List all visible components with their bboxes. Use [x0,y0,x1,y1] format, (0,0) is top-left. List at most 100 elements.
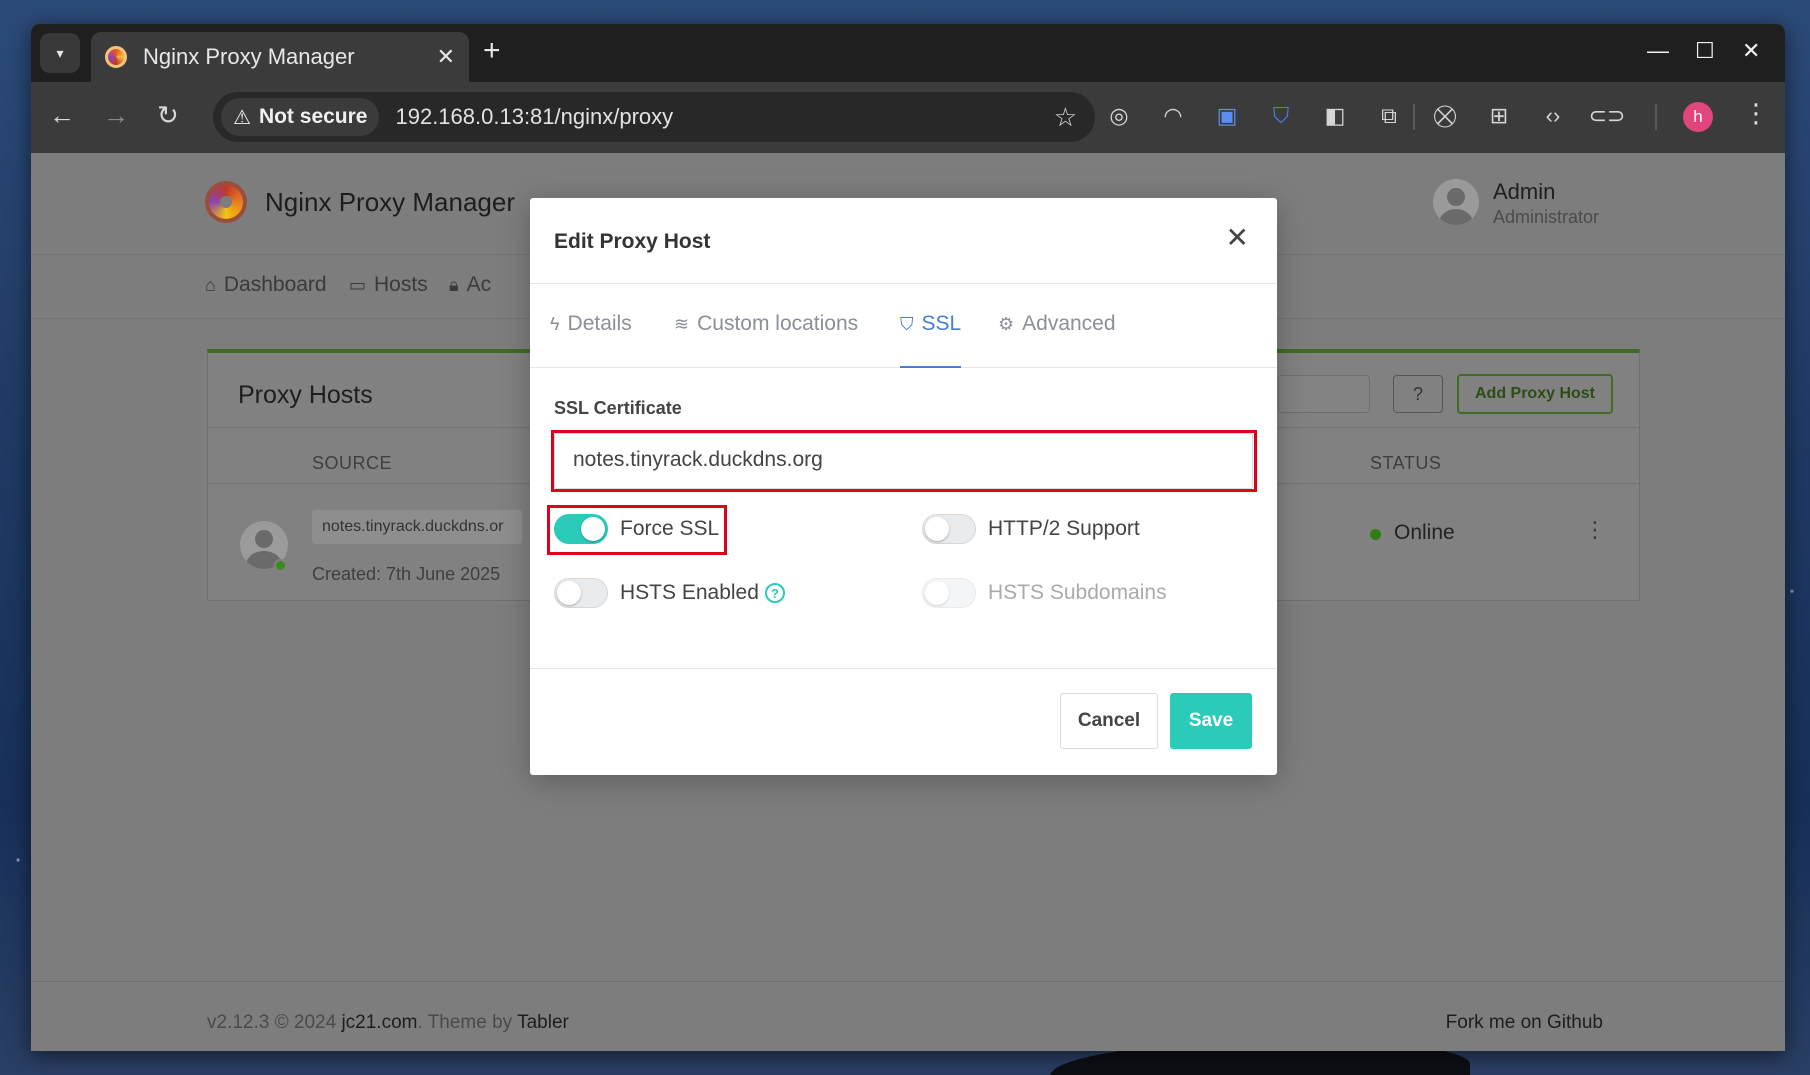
row-actions-icon[interactable]: ⋮ [1584,517,1606,543]
nav-access-label: Ac [466,273,492,296]
extension-arch-icon[interactable]: ◠ [1159,102,1187,130]
http2-toggle[interactable]: HTTP/2 Support [922,514,1140,544]
user-role: Administrator [1493,207,1600,227]
gear-icon: ⚙ [998,314,1015,334]
source-domain-badge[interactable]: notes.tinyrack.duckdns.or [312,510,522,544]
modal-header: Edit Proxy Host ✕ [530,198,1277,284]
security-chip[interactable]: ⚠ Not secure [221,98,380,136]
add-proxy-host-button[interactable]: Add Proxy Host [1457,374,1613,414]
incognito-icon[interactable]: ⛒ [1431,102,1459,130]
address-bar[interactable]: ⚠ Not secure 192.168.0.13:81/nginx/proxy… [213,92,1095,142]
warning-triangle-icon: ⚠ [233,106,251,129]
modal-tabs: ϟ Details ≋ Custom locations ⛉ SSL ⚙ Adv… [530,284,1277,368]
hsts-subdomains-toggle: HSTS Subdomains [922,578,1167,608]
help-button[interactable]: ? [1393,375,1443,413]
profile-avatar[interactable]: h [1683,102,1713,132]
url-text[interactable]: 192.168.0.13:81/nginx/proxy [395,104,673,130]
http2-label: HTTP/2 Support [988,517,1140,540]
nav-hosts[interactable]: ▭ Hosts [349,273,428,297]
link-icon[interactable]: ⊂⊃ [1589,102,1626,130]
status-dot [1370,529,1381,540]
tab-ssl-label: SSL [921,312,962,335]
lock-icon: 🔒︎ [449,274,459,295]
browser-tab[interactable]: Nginx Proxy Manager ✕ [91,32,469,82]
maximize-icon[interactable]: ☐ [1695,38,1715,64]
online-indicator [274,559,287,572]
hsts-toggle[interactable]: HSTS Enabled ? [554,578,785,608]
tab-details[interactable]: ϟ Details [550,312,632,368]
app-footer: v2.12.3 © 2024 jc21.com. Theme by Tabler… [31,981,1785,1051]
column-source[interactable]: SOURCE [312,453,392,474]
modal-close-icon[interactable]: ✕ [1226,224,1249,252]
user-avatar[interactable] [1433,179,1479,225]
npm-logo-icon [205,181,247,223]
security-label: Not secure [258,105,368,128]
tab-custom-locations[interactable]: ≋ Custom locations [674,312,858,368]
forward-arrow-icon[interactable]: → [103,100,129,130]
hsts-label: HSTS Enabled [620,581,759,604]
minimize-icon[interactable]: — [1647,38,1669,64]
hsts-subdomains-switch [922,578,976,608]
tab-ssl[interactable]: ⛉ SSL [900,312,962,368]
nav-dashboard-label: Dashboard [223,273,327,296]
brand-title: Nginx Proxy Manager [265,187,515,217]
modal-title: Edit Proxy Host [554,230,711,253]
extension-target-icon[interactable]: ◎ [1105,102,1133,130]
status-text: Online [1394,521,1455,544]
column-status[interactable]: STATUS [1370,453,1441,474]
ssl-select-highlight [551,430,1257,492]
tab-title: Nginx Proxy Manager [143,44,355,69]
footer-version: v2.12.3 © 2024 [207,1012,337,1033]
modal-footer: Cancel Save [530,668,1277,775]
favicon-icon [105,46,127,68]
extensions-puzzle-icon[interactable]: ⧉ [1375,102,1403,130]
nav-hosts-label: Hosts [374,273,428,296]
tab-close-icon[interactable]: ✕ [437,44,455,70]
http2-switch[interactable] [922,514,976,544]
force-ssl-highlight [547,505,727,555]
hsts-subdomains-label: HSTS Subdomains [988,581,1167,604]
ssl-certificate-label: SSL Certificate [554,398,682,418]
tab-custom-locations-label: Custom locations [697,312,859,335]
home-icon: ⌂ [205,274,216,295]
hsts-help-icon[interactable]: ? [764,583,785,603]
save-button[interactable]: Save [1170,693,1252,749]
toolbar-separator [1655,104,1657,130]
reload-icon[interactable]: ↻ [157,100,179,130]
nav-access[interactable]: 🔒︎ Ac [449,273,491,297]
monitor-icon: ▭ [349,274,367,295]
footer-theme-link[interactable]: Tabler [517,1012,569,1033]
nav-dashboard[interactable]: ⌂ Dashboard [205,273,327,297]
footer-theme-by: . Theme by [417,1012,513,1033]
tab-details-label: Details [567,312,632,335]
translate-extension-icon[interactable]: ▣ [1213,102,1241,130]
cancel-button[interactable]: Cancel [1060,693,1158,749]
browser-menu-icon[interactable]: ⋮ [1743,98,1769,129]
layers-icon: ≋ [674,314,690,334]
bolt-icon: ϟ [550,314,560,334]
footer-credits: v2.12.3 © 2024 jc21.com. Theme by Tabler [207,1012,569,1034]
extension-columns-icon[interactable]: ◧ [1321,102,1349,130]
browser-toolbar: ← → ↻ ⚠ Not secure 192.168.0.13:81/nginx… [31,82,1785,153]
tab-search-chevron-icon[interactable]: ▾ [40,33,80,73]
created-date: Created: 7th June 2025 [312,564,501,584]
edit-proxy-host-modal: Edit Proxy Host ✕ ϟ Details ≋ Custom loc… [530,198,1277,775]
bitwarden-shield-icon[interactable]: ⛉ [1267,102,1295,130]
footer-site-link[interactable]: jc21.com [341,1012,417,1033]
user-name[interactable]: Admin [1493,179,1555,205]
github-link[interactable]: Fork me on Github [1446,1012,1603,1034]
new-tab-plus-icon[interactable]: + [483,36,501,66]
code-brackets-icon[interactable]: ‹› [1539,102,1567,130]
translate-icon[interactable]: ⊞ [1485,102,1513,130]
shield-icon: ⛉ [900,314,914,334]
tab-advanced[interactable]: ⚙ Advanced [998,312,1116,368]
card-title: Proxy Hosts [238,381,373,409]
window-close-icon[interactable]: ✕ [1742,38,1760,64]
tab-advanced-label: Advanced [1022,312,1116,335]
search-input[interactable] [1278,375,1370,413]
tab-strip: ▾ Nginx Proxy Manager ✕ + — ☐ ✕ [31,24,1785,82]
hsts-switch[interactable] [554,578,608,608]
bookmark-star-icon[interactable]: ☆ [1054,102,1077,133]
back-arrow-icon[interactable]: ← [49,100,75,130]
toolbar-separator [1413,104,1415,130]
